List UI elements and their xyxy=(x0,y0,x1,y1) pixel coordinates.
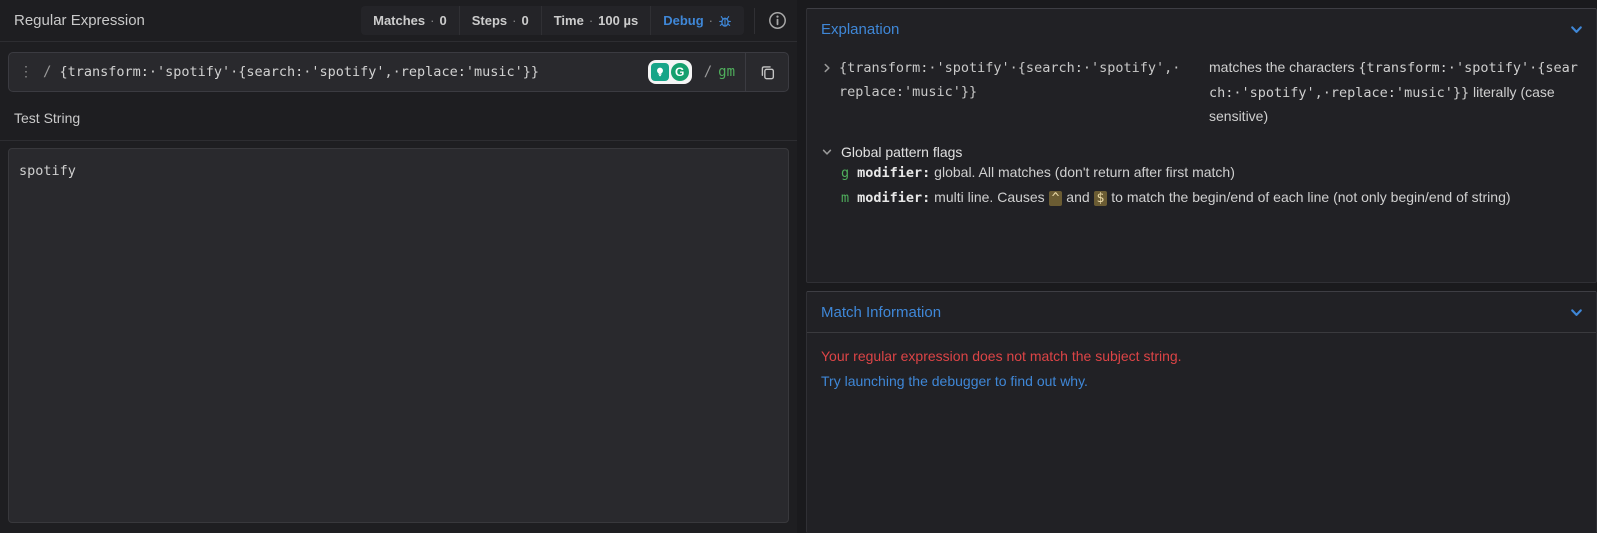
header-divider xyxy=(754,7,755,34)
match-information-section: Match Information Your regular expressio… xyxy=(806,291,1597,533)
match-information-content: Your regular expression does not match t… xyxy=(807,333,1596,404)
stats-strip: Matches · 0 Steps · 0 Time · 100 µs Debug · xyxy=(361,6,744,35)
debug-button[interactable]: Debug · xyxy=(650,6,744,35)
steps-badge: Steps · 0 xyxy=(458,6,541,35)
matches-label: Matches xyxy=(373,13,426,28)
dollar-anchor-token: $ xyxy=(1093,190,1108,206)
explanation-header[interactable]: Explanation xyxy=(807,9,1596,46)
regex-input[interactable]: ⋮ / {transform:·'spotify'·{search:·'spot… xyxy=(8,52,789,92)
info-icon xyxy=(768,11,787,30)
explanation-content: {transform:·'spotify'·{search:·'spotify'… xyxy=(807,46,1596,210)
regex-editor-panel: Regular Expression Matches · 0 Steps · 0 Tim… xyxy=(0,0,797,533)
debugger-link[interactable]: Try launching the debugger to find out w… xyxy=(821,373,1582,389)
matches-value: 0 xyxy=(439,13,447,28)
bug-icon xyxy=(718,14,732,28)
time-value: 100 µs xyxy=(598,13,639,28)
copy-regex-button[interactable] xyxy=(746,53,788,91)
panel-title: Regular Expression xyxy=(14,12,145,29)
test-string-divider xyxy=(0,140,797,141)
grammarly-icon[interactable]: G xyxy=(670,63,689,81)
chevron-down-icon[interactable] xyxy=(1569,305,1584,320)
token-description: matches the characters {transform:·'spot… xyxy=(1209,59,1578,124)
results-panel: Explanation {transform:·'spotify'·{searc… xyxy=(806,0,1597,533)
match-information-title: Match Information xyxy=(821,304,942,321)
editor-header: Regular Expression Matches · 0 Steps · 0 Tim… xyxy=(0,0,797,42)
matches-badge: Matches · 0 xyxy=(361,6,459,35)
chevron-down-icon[interactable] xyxy=(821,146,839,158)
match-information-header[interactable]: Match Information xyxy=(807,292,1596,329)
explanation-section: Explanation {transform:·'spotify'·{searc… xyxy=(806,8,1597,283)
chevron-down-icon[interactable] xyxy=(1569,22,1584,37)
regex-flags[interactable]: gm xyxy=(718,64,735,80)
explanation-token-row: {transform:·'spotify'·{search:·'spotify'… xyxy=(821,56,1586,129)
flag-g-letter: g xyxy=(841,164,850,181)
regex-pattern-text[interactable]: {transform:·'spotify'·{search:·'spotify'… xyxy=(59,64,647,80)
global-flags-label: Global pattern flags xyxy=(841,143,963,160)
regex-info-button[interactable] xyxy=(765,9,789,33)
copy-icon xyxy=(759,64,776,81)
no-match-error-message: Your regular expression does not match t… xyxy=(821,348,1182,364)
chevron-right-icon[interactable] xyxy=(821,61,839,79)
regex-close-delimiter: / xyxy=(703,64,713,80)
test-string-label: Test String xyxy=(14,110,81,126)
global-flags-heading[interactable]: Global pattern flags xyxy=(821,144,1586,160)
explanation-title: Explanation xyxy=(821,21,900,38)
flag-g-row: g modifier: global. All matches (don't re… xyxy=(841,163,1235,181)
steps-label: Steps xyxy=(471,13,508,28)
insert-token-handle-icon[interactable]: ⋮ xyxy=(9,64,39,80)
flag-m-modifier: modifier: xyxy=(857,189,931,206)
steps-value: 0 xyxy=(521,13,529,28)
browser-extension-badge[interactable]: G xyxy=(647,60,692,84)
debug-label: Debug xyxy=(663,13,704,28)
test-string-input[interactable]: spotify xyxy=(8,148,789,523)
flag-g-modifier: modifier: xyxy=(857,164,931,181)
time-badge: Time · 100 µs xyxy=(540,6,651,35)
regex-open-delimiter: / xyxy=(43,64,52,80)
time-label: Time xyxy=(553,13,584,28)
token-pattern[interactable]: {transform:·'spotify'·{search:·'spotify'… xyxy=(839,56,1185,104)
caret-anchor-token: ^ xyxy=(1048,190,1063,206)
flag-m-letter: m xyxy=(841,189,850,206)
lightbulb-extension-icon[interactable] xyxy=(650,63,669,81)
flag-m-row: m modifier: multi line. Causes ^ and $ to… xyxy=(841,188,1511,206)
